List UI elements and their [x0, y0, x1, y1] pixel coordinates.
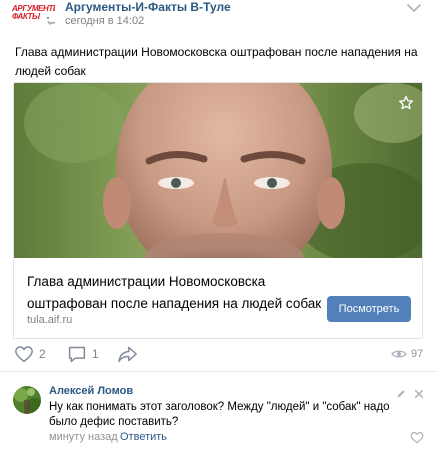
- post-actions: 2 1 97: [0, 340, 436, 368]
- star-icon[interactable]: [398, 95, 414, 111]
- post-text: Глава администрации Новомосковска оштраф…: [15, 45, 418, 78]
- share-button[interactable]: [117, 344, 139, 364]
- close-icon[interactable]: [414, 386, 424, 399]
- card-title[interactable]: Глава администрации Новомосковска оштраф…: [27, 271, 327, 315]
- pencil-icon[interactable]: [396, 386, 406, 398]
- commenter-name[interactable]: Алексей Ломов: [49, 385, 133, 397]
- group-name-link[interactable]: Аргументы-И-Факты В-Туле: [65, 0, 231, 14]
- comment-time[interactable]: минуту назад: [49, 431, 118, 443]
- eye-icon: [391, 350, 407, 358]
- commenter-avatar[interactable]: [13, 386, 41, 414]
- likes-count: 2: [39, 347, 46, 361]
- comment-text: Ну как понимать этот заголовок? Между "л…: [49, 401, 390, 428]
- heart-icon: [15, 346, 33, 363]
- wall-post: АРГУМЕНТЫ ФАКТЫ в Туле Аргументы-И-Факты…: [0, 0, 436, 451]
- logo-sub: в Туле: [47, 15, 55, 25]
- logo-line2: ФАКТЫ: [12, 12, 40, 21]
- comments-count: 1: [92, 347, 99, 361]
- divider: [0, 371, 436, 372]
- comment-like-button[interactable]: [410, 431, 424, 444]
- comment-icon: [68, 346, 86, 363]
- post-time[interactable]: сегодня в 14:02: [65, 15, 144, 27]
- views-count: 97: [411, 348, 424, 360]
- link-card[interactable]: Глава администрации Новомосковска оштраф…: [13, 82, 423, 339]
- card-photo[interactable]: [14, 83, 422, 258]
- view-button[interactable]: Посмотреть: [327, 296, 411, 322]
- share-icon: [118, 346, 137, 363]
- more-icon[interactable]: [402, 0, 426, 16]
- card-domain: tula.aif.ru: [27, 314, 73, 326]
- heart-icon: [410, 431, 424, 444]
- views-counter: 97: [391, 344, 423, 364]
- like-button[interactable]: 2: [14, 344, 46, 364]
- portrait-photo: [14, 83, 422, 258]
- group-avatar[interactable]: АРГУМЕНТЫ ФАКТЫ в Туле: [11, 3, 55, 25]
- reply-link[interactable]: Ответить: [120, 431, 167, 443]
- comment-button[interactable]: 1: [67, 344, 99, 364]
